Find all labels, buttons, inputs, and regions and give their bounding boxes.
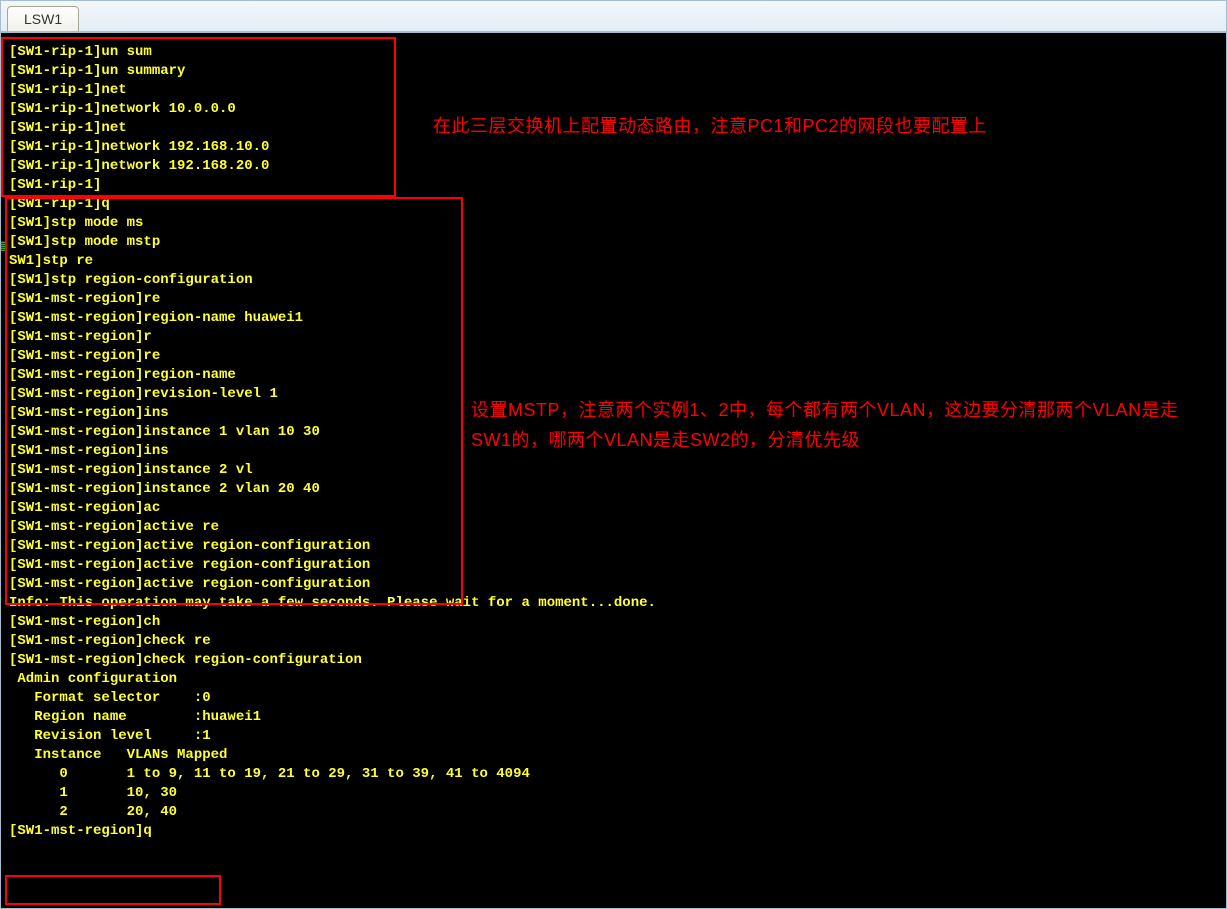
- terminal-line: [SW1-mst-region]ch: [9, 613, 1218, 632]
- annotation-rip: 在此三层交换机上配置动态路由，注意PC1和PC2的网段也要配置上: [433, 111, 1173, 141]
- terminal-line: [SW1-rip-1]q: [9, 195, 1218, 214]
- terminal-line: [SW1-mst-region]r: [9, 328, 1218, 347]
- terminal-line: Format selector :0: [9, 689, 1218, 708]
- terminal-line: 1 10, 30: [9, 784, 1218, 803]
- terminal-line: [SW1-mst-region]re: [9, 290, 1218, 309]
- terminal-line: [SW1-mst-region]active region-configurat…: [9, 575, 1218, 594]
- terminal-line: [SW1-mst-region]q: [9, 822, 1218, 841]
- terminal-line: [SW1-mst-region]ac: [9, 499, 1218, 518]
- terminal-line: [SW1-rip-1]network 192.168.20.0: [9, 157, 1218, 176]
- terminal-line: [SW1-rip-1]un sum: [9, 43, 1218, 62]
- terminal-line: 2 20, 40: [9, 803, 1218, 822]
- terminal-line: [SW1]stp region-configuration: [9, 271, 1218, 290]
- terminal-output[interactable]: [SW1-rip-1]un sum [SW1-rip-1]un summary …: [0, 32, 1227, 909]
- terminal-line: [SW1]stp mode ms: [9, 214, 1218, 233]
- annotation-mstp: 设置MSTP，注意两个实例1、2中，每个都有两个VLAN，这边要分清那两个VLA…: [471, 395, 1191, 455]
- terminal-line: [SW1-mst-region]instance 2 vl: [9, 461, 1218, 480]
- terminal-line: [SW1-mst-region]re: [9, 347, 1218, 366]
- terminal-line: 0 1 to 9, 11 to 19, 21 to 29, 31 to 39, …: [9, 765, 1218, 784]
- tab-bar: LSW1: [0, 0, 1227, 32]
- terminal-line: [SW1]stp mode mstp: [9, 233, 1218, 252]
- terminal-line: Region name :huawei1: [9, 708, 1218, 727]
- terminal-line: SW1]stp re: [9, 252, 1218, 271]
- terminal-line: [SW1-rip-1]: [9, 176, 1218, 195]
- terminal-line: [SW1-rip-1]un summary: [9, 62, 1218, 81]
- terminal-line: [SW1-mst-region]active region-configurat…: [9, 537, 1218, 556]
- terminal-line: [SW1-mst-region]active re: [9, 518, 1218, 537]
- terminal-line: Admin configuration: [9, 670, 1218, 689]
- highlight-box-quit: [5, 875, 221, 905]
- gutter-marker: [0, 241, 5, 251]
- terminal-line: Instance VLANs Mapped: [9, 746, 1218, 765]
- terminal-line: [SW1-mst-region]region-name: [9, 366, 1218, 385]
- terminal-line: [SW1-mst-region]active region-configurat…: [9, 556, 1218, 575]
- terminal-line: [SW1-mst-region]check region-configurati…: [9, 651, 1218, 670]
- terminal-line: Info: This operation may take a few seco…: [9, 594, 1218, 613]
- terminal-line: Revision level :1: [9, 727, 1218, 746]
- terminal-line: [SW1-mst-region]instance 2 vlan 20 40: [9, 480, 1218, 499]
- terminal-line: [SW1-mst-region]region-name huawei1: [9, 309, 1218, 328]
- terminal-line: [SW1-rip-1]net: [9, 81, 1218, 100]
- tab-lsw1[interactable]: LSW1: [7, 6, 79, 31]
- terminal-line: [SW1-mst-region]check re: [9, 632, 1218, 651]
